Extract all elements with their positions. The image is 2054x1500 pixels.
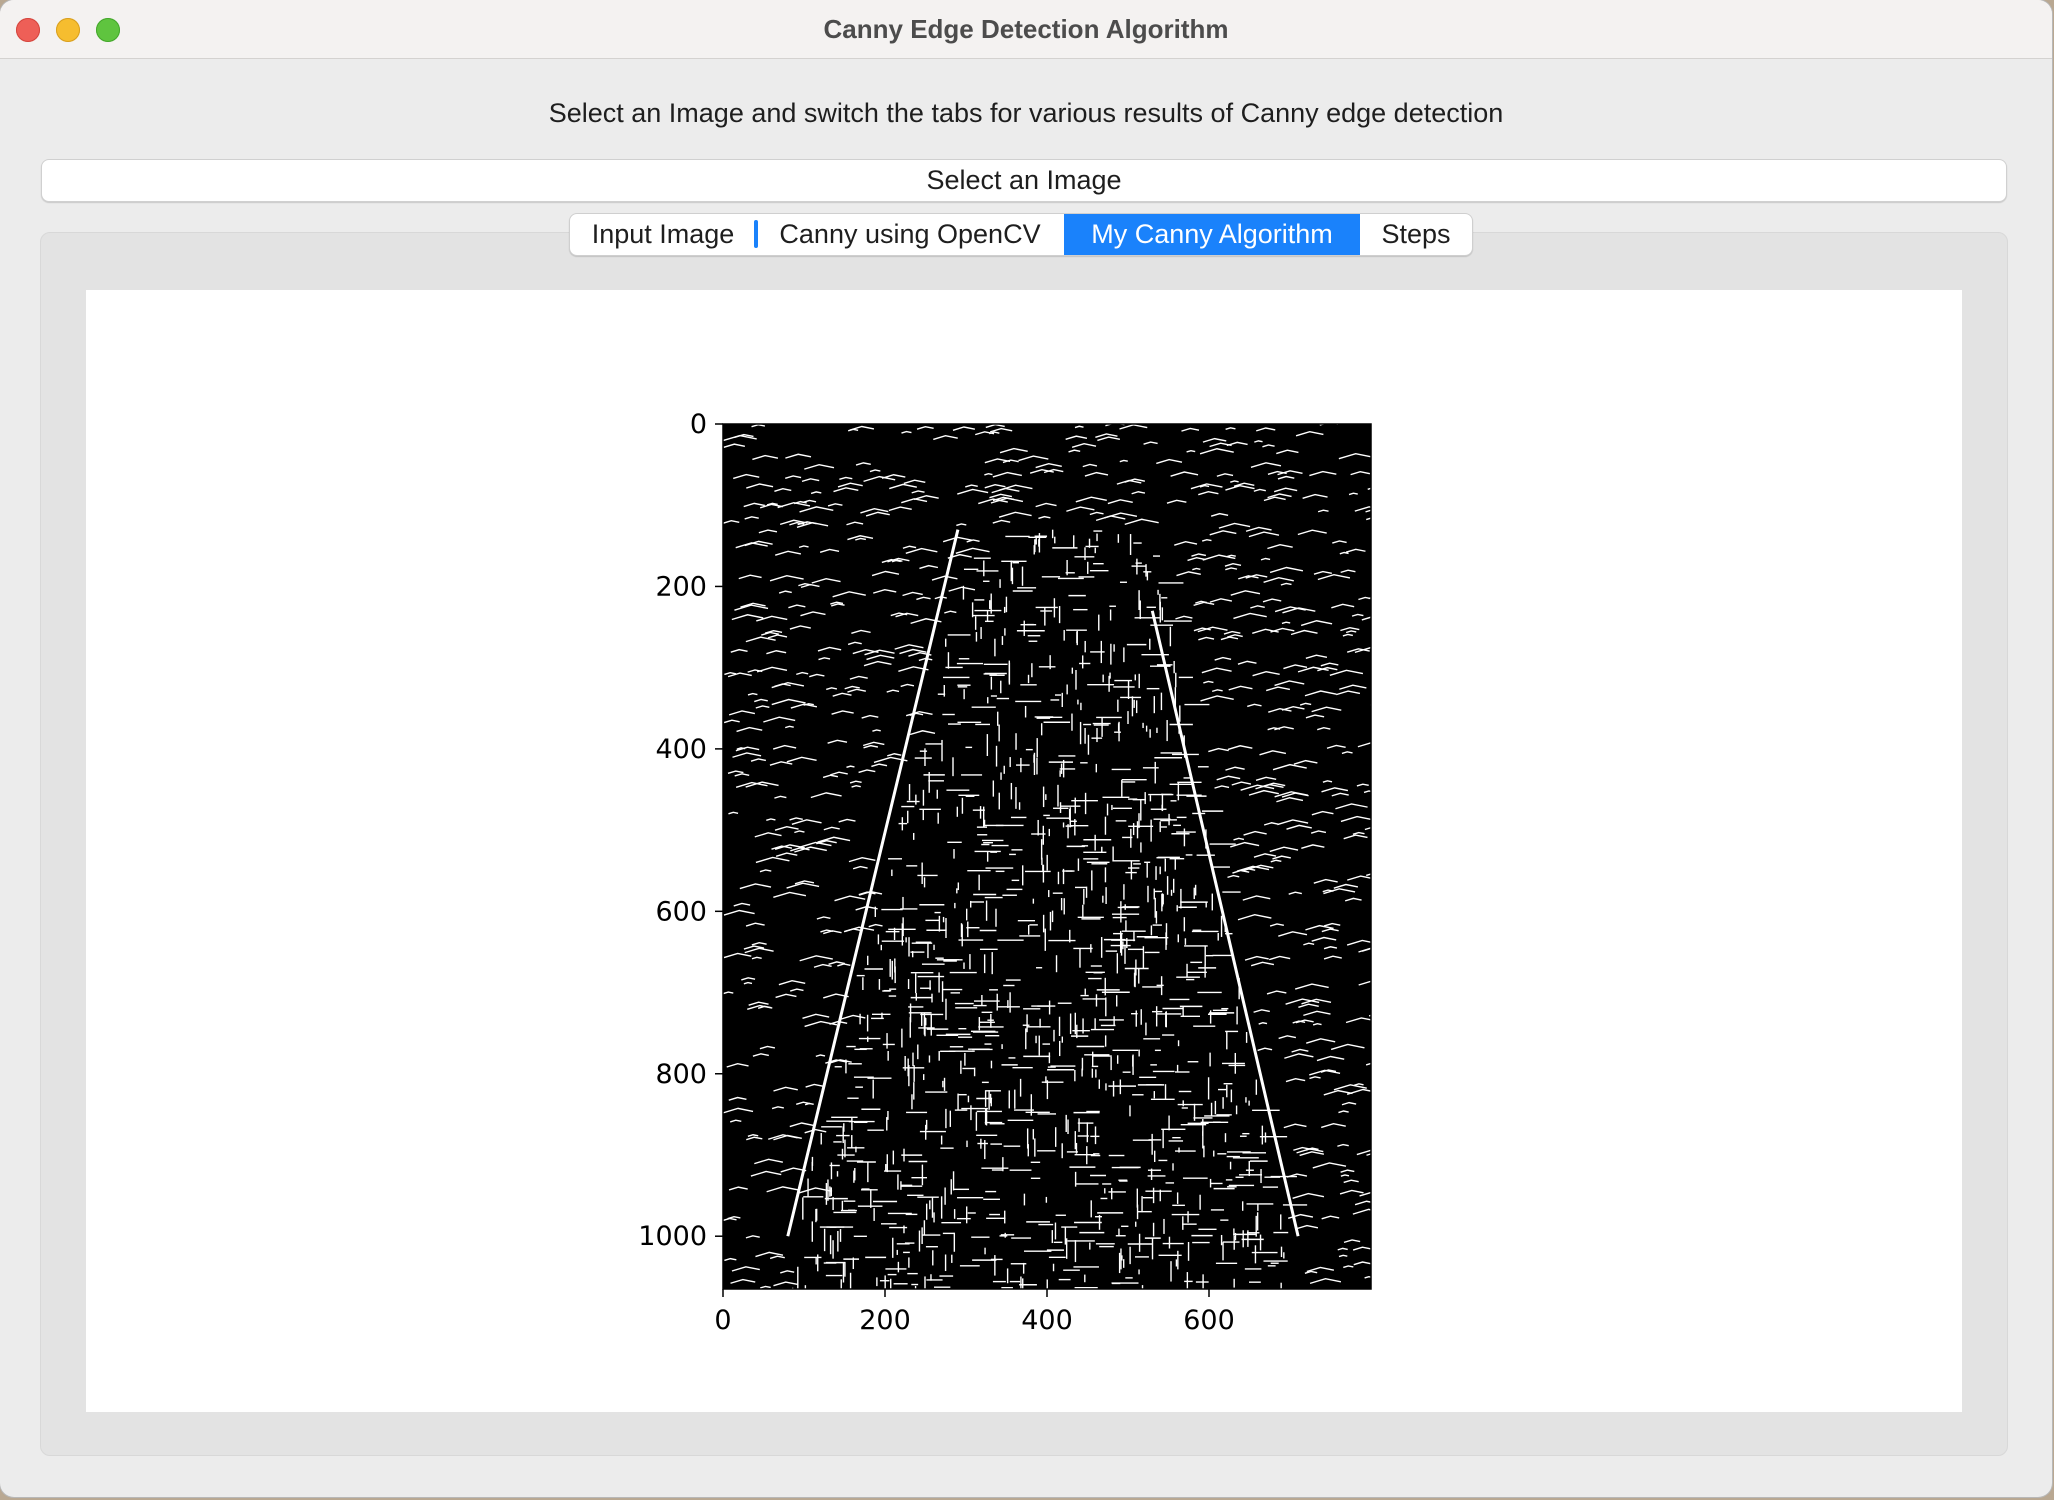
- y-tick-label: 800: [655, 1059, 707, 1090]
- instruction-label: Select an Image and switch the tabs for …: [548, 98, 1504, 128]
- x-tick-label: 0: [714, 1305, 731, 1336]
- x-tick-label: 600: [1183, 1305, 1235, 1336]
- x-tick-label: 200: [859, 1305, 911, 1336]
- y-tick-label: 400: [655, 734, 707, 765]
- y-tick-label: 0: [690, 409, 707, 440]
- x-tick-label: 400: [1021, 1305, 1073, 1336]
- tab-steps[interactable]: Steps: [1360, 214, 1472, 255]
- select-image-button[interactable]: Select an Image: [41, 159, 2007, 202]
- app-window: Canny Edge Detection Algorithm Select an…: [0, 0, 2052, 1497]
- tab-bar: Input Image Canny using OpenCV My Canny …: [569, 213, 1473, 256]
- y-tick-label: 600: [655, 896, 707, 927]
- title-bar: Canny Edge Detection Algorithm: [0, 0, 2052, 59]
- y-tick-label: 200: [655, 571, 707, 602]
- window-title: Canny Edge Detection Algorithm: [823, 14, 1229, 44]
- plot-canvas: 0 200 400 600 0 200 400 600 800 1000: [86, 290, 1962, 1412]
- tab-focus-indicator: [754, 220, 758, 248]
- y-tick-label: 1000: [638, 1221, 707, 1252]
- tab-canny-opencv[interactable]: Canny using OpenCV: [756, 214, 1064, 255]
- tab-input-image[interactable]: Input Image: [570, 214, 756, 255]
- edge-map-plot: 0 200 400 600 0 200 400 600 800 1000: [638, 409, 1401, 1336]
- tab-my-canny-algorithm[interactable]: My Canny Algorithm: [1064, 214, 1360, 255]
